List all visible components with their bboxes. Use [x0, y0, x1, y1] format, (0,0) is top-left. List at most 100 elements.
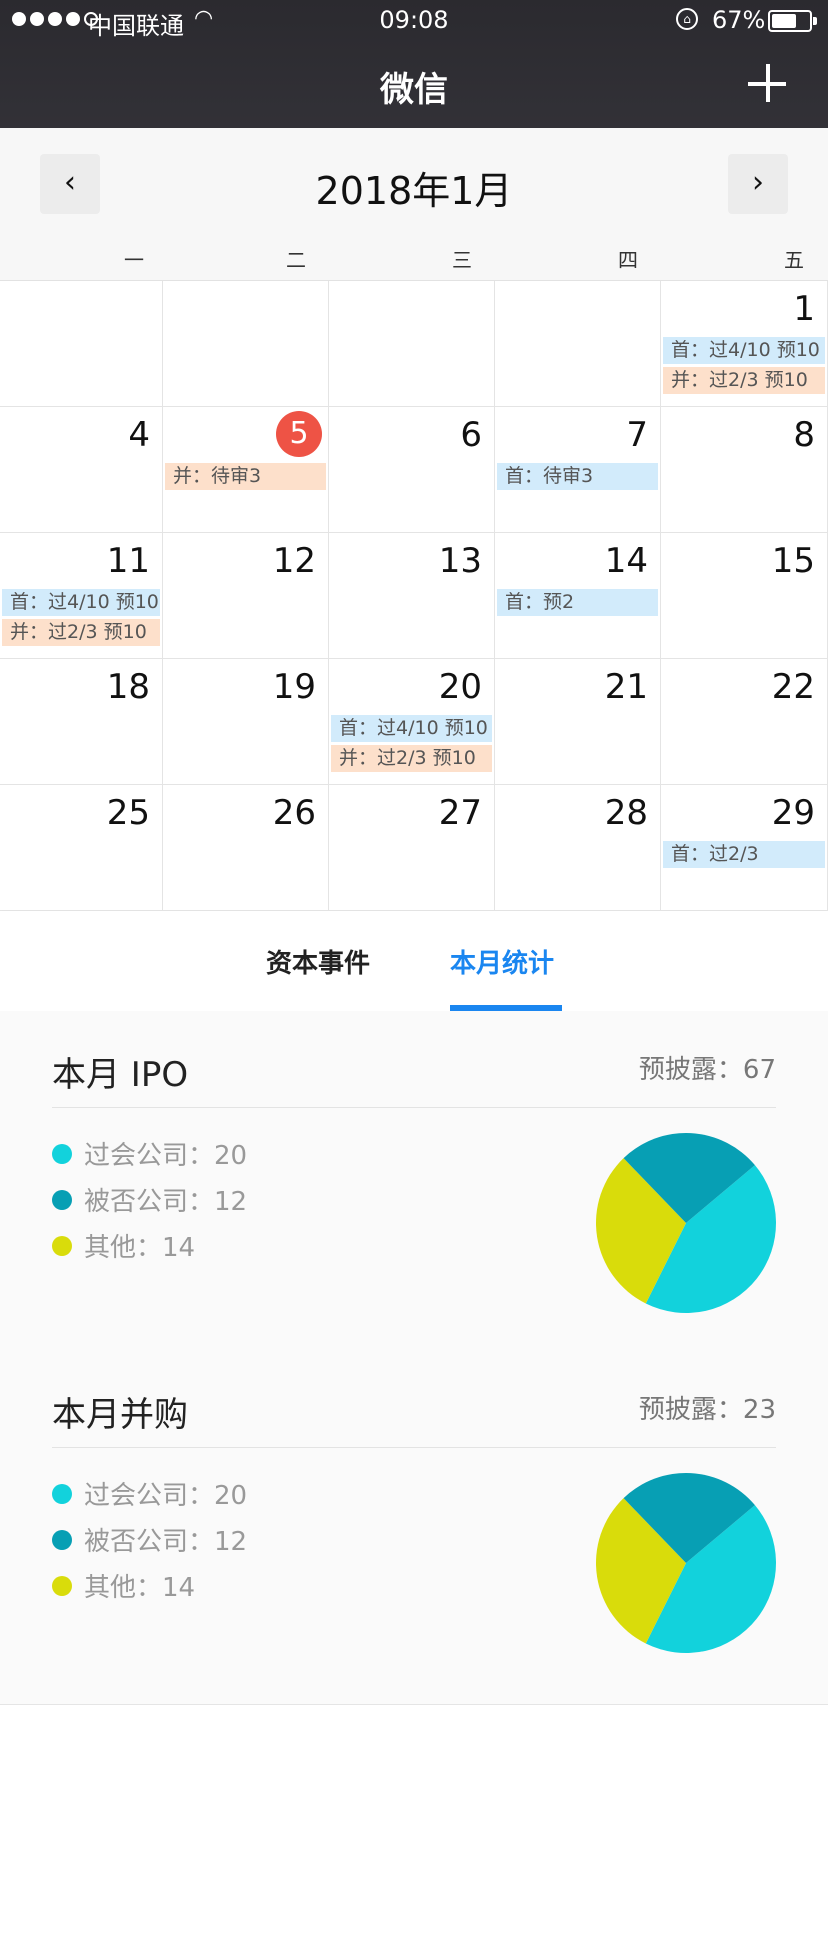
- day-number: 28: [604, 793, 648, 833]
- month-label: 2018年1月: [315, 169, 513, 213]
- legend-item: 被否公司：12: [52, 1181, 247, 1218]
- day-number: 13: [438, 541, 482, 581]
- weekday-label: 五: [784, 248, 804, 272]
- legend-dot: [52, 1235, 72, 1256]
- calendar-day-11[interactable]: 11 首：过4/10 预10 并：过2/3 预10: [0, 533, 163, 659]
- day-number: 21: [604, 667, 648, 707]
- tab-bar: 资本事件 本月统计: [0, 911, 828, 1011]
- calendar-day-18[interactable]: 18: [0, 659, 163, 785]
- legend-dot: [52, 1189, 72, 1210]
- legend-item: 被否公司：12: [52, 1521, 247, 1558]
- ipo-event-tag[interactable]: 首：过4/10 预10: [663, 337, 825, 364]
- calendar-day-1[interactable]: 1 首：过4/10 预10 并：过2/3 预10: [661, 281, 828, 407]
- weekday-label: 四: [618, 248, 638, 272]
- day-number: 15: [771, 541, 815, 581]
- section-title: 本月并购: [52, 1395, 188, 1435]
- day-number: 20: [438, 667, 482, 707]
- ma-event-tag[interactable]: 并：过2/3 预10: [331, 745, 492, 772]
- calendar-day-6[interactable]: 6: [329, 407, 495, 533]
- section-title: 本月 IPO: [52, 1055, 189, 1095]
- legend-dot: [52, 1483, 72, 1504]
- add-button[interactable]: [746, 62, 790, 106]
- ma-event-tag[interactable]: 并：过2/3 预10: [663, 367, 825, 394]
- ma-stats-section: 本月并购 预披露：23 过会公司：20 被否公司：12 其他：14: [0, 1351, 828, 1691]
- calendar-day-14[interactable]: 14 首：预2: [495, 533, 661, 659]
- legend-label: 其他：14: [84, 1573, 196, 1603]
- day-number: 26: [272, 793, 316, 833]
- calendar-day-7[interactable]: 7 首：待审3: [495, 407, 661, 533]
- calendar-day-21[interactable]: 21: [495, 659, 661, 785]
- day-number: 25: [106, 793, 150, 833]
- status-time: 09:08: [379, 6, 449, 34]
- calendar-empty-cell: [495, 281, 661, 407]
- calendar-day-25[interactable]: 25: [0, 785, 163, 911]
- legend-label: 过会公司：20: [84, 1141, 248, 1171]
- nav-title: 微信: [380, 70, 448, 110]
- legend-item: 过会公司：20: [52, 1475, 247, 1512]
- calendar-day-5[interactable]: 5 并：待审3: [163, 407, 329, 533]
- legend-label: 过会公司：20: [84, 1481, 248, 1511]
- legend-label: 被否公司：12: [84, 1187, 248, 1217]
- calendar-day-15[interactable]: 15: [661, 533, 828, 659]
- battery-icon: [768, 10, 817, 32]
- calendar-day-27[interactable]: 27: [329, 785, 495, 911]
- calendar-day-4[interactable]: 4: [0, 407, 163, 533]
- calendar-day-19[interactable]: 19: [163, 659, 329, 785]
- status-bar: 中国联通 ◠ 09:08 ⌂ 67%: [0, 0, 828, 40]
- calendar-grid: 1 首：过4/10 预10 并：过2/3 预10 4 5 并：待审3 6 7 首：待审3 8 11 首…: [0, 281, 828, 911]
- calendar-day-12[interactable]: 12: [163, 533, 329, 659]
- next-month-button[interactable]: ›: [728, 154, 788, 214]
- ipo-event-tag[interactable]: 首：预2: [497, 589, 658, 616]
- legend-dot: [52, 1143, 72, 1164]
- tab-capital-events[interactable]: 资本事件: [266, 943, 370, 980]
- day-number: 11: [106, 541, 150, 581]
- day-number: 29: [771, 793, 815, 833]
- day-number: 4: [128, 415, 150, 455]
- calendar-day-8[interactable]: 8: [661, 407, 828, 533]
- monthly-stats-panel: 本月 IPO 预披露：67 过会公司：20 被否公司：12 其他：14 本月并购…: [0, 1011, 828, 1705]
- ipo-event-tag[interactable]: 首：过2/3: [663, 841, 825, 868]
- legend-item: 其他：14: [52, 1227, 195, 1264]
- ipo-event-tag[interactable]: 首：过4/10 预10: [331, 715, 492, 742]
- calendar-empty-cell: [329, 281, 495, 407]
- calendar-header: ‹ 2018年1月 › 一二三四五: [0, 128, 828, 281]
- legend-dot: [52, 1575, 72, 1596]
- ipo-pie-chart: [596, 1133, 776, 1313]
- calendar-day-20[interactable]: 20 首：过4/10 预10 并：过2/3 预10: [329, 659, 495, 785]
- calendar-day-22[interactable]: 22: [661, 659, 828, 785]
- calendar-day-13[interactable]: 13: [329, 533, 495, 659]
- weekday-label: 一: [124, 248, 144, 272]
- battery-percent: 67%: [712, 6, 766, 34]
- calendar-empty-cell: [163, 281, 329, 407]
- calendar-day-28[interactable]: 28: [495, 785, 661, 911]
- divider: [52, 1107, 776, 1108]
- day-number: 22: [771, 667, 815, 707]
- calendar-day-26[interactable]: 26: [163, 785, 329, 911]
- divider: [52, 1447, 776, 1448]
- weekday-label: 三: [452, 248, 472, 272]
- day-number: 19: [272, 667, 316, 707]
- legend-item: 过会公司：20: [52, 1135, 247, 1172]
- ma-event-tag[interactable]: 并：待审3: [165, 463, 326, 490]
- ipo-event-tag[interactable]: 首：待审3: [497, 463, 658, 490]
- day-number: 6: [460, 415, 482, 455]
- tab-monthly-stats[interactable]: 本月统计: [450, 943, 554, 980]
- day-number: 18: [106, 667, 150, 707]
- today-marker: 5: [276, 411, 322, 457]
- ma-event-tag[interactable]: 并：过2/3 预10: [2, 619, 160, 646]
- weekday-label: 二: [286, 248, 306, 272]
- calendar-day-29[interactable]: 29 首：过2/3: [661, 785, 828, 911]
- day-number: 27: [438, 793, 482, 833]
- day-number: 8: [793, 415, 815, 455]
- rotation-lock-icon: ⌂: [676, 8, 698, 30]
- predisclosure-count: 预披露：23: [638, 1395, 776, 1425]
- ipo-event-tag[interactable]: 首：过4/10 预10: [2, 589, 160, 616]
- day-number: 12: [272, 541, 316, 581]
- ma-pie-chart: [596, 1473, 776, 1653]
- legend-dot: [52, 1529, 72, 1550]
- legend-item: 其他：14: [52, 1567, 195, 1604]
- predisclosure-count: 预披露：67: [638, 1055, 776, 1085]
- day-number: 1: [793, 289, 815, 329]
- day-number: 14: [604, 541, 648, 581]
- legend-label: 被否公司：12: [84, 1527, 248, 1557]
